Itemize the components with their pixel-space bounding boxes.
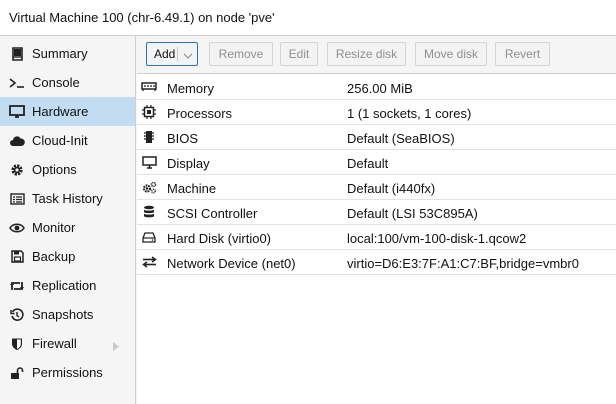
terminal-icon xyxy=(9,75,25,91)
shield-icon xyxy=(9,336,25,352)
cogs-icon xyxy=(141,179,157,195)
sidebar-item-label: Task History xyxy=(32,191,103,206)
expand-arrow-icon[interactable] xyxy=(113,339,119,354)
sidebar-item-replication[interactable]: Replication xyxy=(0,271,135,300)
sidebar-item-label: Hardware xyxy=(32,104,89,119)
table-row[interactable]: Display Default xyxy=(137,150,616,175)
table-row[interactable]: BIOS Default (SeaBIOS) xyxy=(137,125,616,150)
row-key: Memory xyxy=(167,81,214,96)
sidebar-item-label: Cloud-Init xyxy=(32,133,88,148)
hardware-grid: Memory 256.00 MiB Processors 1 (1 socket… xyxy=(137,74,616,404)
hdd-icon xyxy=(141,229,157,245)
table-row[interactable]: Processors 1 (1 sockets, 1 cores) xyxy=(137,100,616,125)
add-button-label: Add xyxy=(154,47,176,61)
sidebar-item-console[interactable]: Console xyxy=(0,68,135,97)
sidebar-item-task-history[interactable]: Task History xyxy=(0,184,135,213)
row-value: Default (LSI 53C895A) xyxy=(347,206,478,221)
row-value: virtio=D6:E3:7F:A1:C7:BF,bridge=vmbr0 xyxy=(347,256,579,271)
sidebar-item-firewall[interactable]: Firewall xyxy=(0,329,135,358)
row-key: SCSI Controller xyxy=(167,206,258,221)
row-value: 256.00 MiB xyxy=(347,81,413,96)
window-title: Virtual Machine 100 (chr-6.49.1) on node… xyxy=(9,10,275,25)
list-icon xyxy=(9,191,25,207)
cpu-icon xyxy=(141,104,157,120)
sidebar-item-snapshots[interactable]: Snapshots xyxy=(0,300,135,329)
table-row[interactable]: Network Device (net0) virtio=D6:E3:7F:A1… xyxy=(137,250,616,275)
memory-icon xyxy=(141,79,157,95)
sidebar-item-hardware[interactable]: Hardware xyxy=(0,97,135,126)
sidebar-item-summary[interactable]: Summary xyxy=(0,39,135,68)
floppy-icon xyxy=(9,249,25,265)
row-key: Hard Disk (virtio0) xyxy=(167,231,272,246)
row-value: 1 (1 sockets, 1 cores) xyxy=(347,106,472,121)
row-value: Default xyxy=(347,156,389,171)
edit-button[interactable]: Edit xyxy=(280,42,318,66)
add-button[interactable]: Add xyxy=(146,42,198,66)
eye-icon xyxy=(9,220,25,236)
table-row[interactable]: Memory 256.00 MiB xyxy=(137,75,616,100)
sidebar-item-options[interactable]: Options xyxy=(0,155,135,184)
unlock-icon xyxy=(9,365,25,381)
microchip-icon xyxy=(141,129,157,145)
chevron-down-icon xyxy=(183,49,193,63)
sidebar-item-label: Console xyxy=(32,75,80,90)
book-icon xyxy=(9,46,25,62)
row-value: local:100/vm-100-disk-1.qcow2 xyxy=(347,231,527,246)
history-icon xyxy=(9,307,25,323)
sidebar-item-label: Monitor xyxy=(32,220,76,235)
desktop-icon xyxy=(9,104,25,120)
sidebar-item-backup[interactable]: Backup xyxy=(0,242,135,271)
sidebar-item-label: Snapshots xyxy=(32,307,94,322)
sidebar-item-label: Summary xyxy=(32,46,88,61)
row-value: Default (i440fx) xyxy=(347,181,436,196)
sidebar-item-label: Options xyxy=(32,162,77,177)
sidebar-item-label: Backup xyxy=(32,249,76,264)
move-disk-button[interactable]: Move disk xyxy=(415,42,487,66)
row-key: Display xyxy=(167,156,210,171)
sidebar: Summary Console Hardware Cloud-Init Opti… xyxy=(0,36,136,404)
row-key: BIOS xyxy=(167,131,199,146)
cloud-icon xyxy=(9,133,25,149)
revert-button[interactable]: Revert xyxy=(495,42,550,66)
gear-icon xyxy=(9,162,25,178)
hardware-toolbar: Add Remove Edit Resize disk Move disk Re… xyxy=(137,36,616,74)
table-row[interactable]: Hard Disk (virtio0) local:100/vm-100-dis… xyxy=(137,225,616,250)
sidebar-item-monitor[interactable]: Monitor xyxy=(0,213,135,242)
database-icon xyxy=(141,204,157,220)
remove-button[interactable]: Remove xyxy=(209,42,273,66)
sidebar-item-label: Replication xyxy=(32,278,97,293)
sidebar-item-label: Permissions xyxy=(32,365,103,380)
row-key: Processors xyxy=(167,106,233,121)
table-row[interactable]: Machine Default (i440fx) xyxy=(137,175,616,200)
sidebar-item-cloud-init[interactable]: Cloud-Init xyxy=(0,126,135,155)
resize-disk-button[interactable]: Resize disk xyxy=(327,42,406,66)
window-title-bar: Virtual Machine 100 (chr-6.49.1) on node… xyxy=(0,0,616,36)
row-value: Default (SeaBIOS) xyxy=(347,131,455,146)
sidebar-item-permissions[interactable]: Permissions xyxy=(0,358,135,387)
retweet-icon xyxy=(9,278,25,294)
row-key: Machine xyxy=(167,181,217,196)
monitor-icon xyxy=(141,154,157,170)
sidebar-item-label: Firewall xyxy=(32,336,77,351)
row-key: Network Device (net0) xyxy=(167,256,296,271)
exchange-icon xyxy=(141,254,157,270)
table-row[interactable]: SCSI Controller Default (LSI 53C895A) xyxy=(137,200,616,225)
